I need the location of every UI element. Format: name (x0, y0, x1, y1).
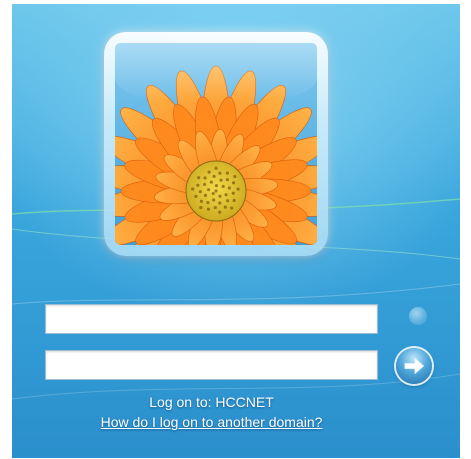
flower-seed (230, 206, 234, 210)
logon-domain-text: Log on to: HCCNET (149, 394, 274, 410)
flower-seed (207, 170, 211, 174)
logon-screen: Log on to: HCCNET How do I log on to ano… (0, 0, 471, 459)
flower-image (115, 43, 317, 245)
flower-seed (225, 171, 229, 175)
flower-seed (224, 193, 228, 197)
flower-seed (203, 182, 207, 187)
flower-seed (206, 207, 211, 211)
flower-seed (198, 190, 202, 194)
user-tile-picture (115, 43, 317, 245)
username-field[interactable] (45, 304, 378, 334)
flower-seed (225, 178, 229, 182)
flower-seed (199, 199, 203, 203)
flower-seed (196, 183, 200, 187)
flower-seed (214, 189, 218, 193)
flower-seed (218, 210, 222, 214)
flower-seed (191, 187, 195, 191)
flower-seed (197, 176, 201, 180)
flower-seed (211, 191, 215, 196)
flower-seed (236, 187, 240, 191)
flower-seed (232, 198, 236, 203)
another-domain-link[interactable]: How do I log on to another domain? (45, 414, 378, 430)
flower-seed (221, 184, 225, 189)
flower-seed (214, 184, 219, 188)
flower-seed (206, 188, 211, 192)
flower-seed (219, 178, 223, 182)
flower-seed (218, 171, 222, 175)
flower-seed (213, 205, 217, 210)
flower-seed (203, 176, 207, 180)
flower-seed (209, 180, 213, 184)
flower-seed (226, 199, 230, 203)
submit-login-button[interactable] (396, 348, 432, 384)
flower-seed (227, 186, 231, 190)
flower-seed (203, 193, 208, 197)
flower-seed (194, 194, 198, 198)
flower-seed (223, 205, 227, 209)
flower-seed (212, 174, 216, 179)
flower-seed (211, 198, 216, 202)
flower-seed (214, 166, 218, 170)
flower-seed (231, 191, 235, 195)
flower-seed (206, 201, 210, 205)
user-tile[interactable] (104, 32, 328, 256)
flower-seed (233, 174, 237, 179)
flower-seed (199, 205, 203, 210)
password-field[interactable] (45, 350, 378, 380)
flower-seed (218, 194, 222, 198)
ease-of-access-orb (409, 307, 427, 325)
arrow-right-icon (404, 357, 425, 375)
flower-seed (231, 181, 236, 185)
flower-seed (218, 201, 222, 205)
